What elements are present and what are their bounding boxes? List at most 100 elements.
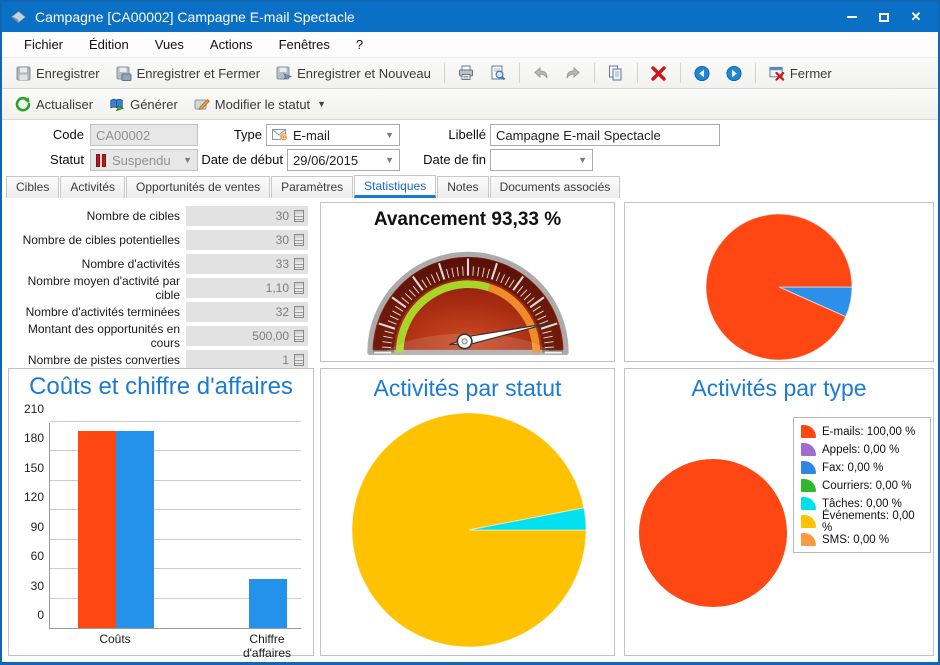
menu-item-vues[interactable]: Vues	[143, 33, 196, 56]
tab-parametres[interactable]: Paramètres	[271, 176, 353, 198]
legend-swatch	[801, 443, 816, 456]
delete-button[interactable]	[644, 62, 674, 84]
bar-group-couts	[76, 423, 156, 628]
menu-item-actions[interactable]: Actions	[198, 33, 265, 56]
minimize-button[interactable]	[838, 6, 866, 28]
bar-group-chiffre-d-affaires	[228, 423, 308, 628]
date-debut-label: Date de début	[188, 149, 283, 171]
y-tick-label: 90	[16, 520, 50, 534]
y-tick-label: 210	[16, 402, 50, 416]
close-icon: ✕	[911, 9, 922, 25]
toolbar-separator	[444, 63, 445, 83]
type-dropdown[interactable]: @ E-mail ▼	[266, 124, 400, 146]
gauge-panel: Avancement 93,33 %	[320, 202, 615, 362]
legend-swatch	[801, 515, 816, 528]
stat-field: 33	[186, 254, 308, 274]
save-label: Enregistrer	[36, 66, 100, 81]
stat-label: Nombre de cibles potentielles	[8, 233, 186, 247]
statut-pie-panel: Activités par statut	[320, 368, 615, 656]
stat-label: Nombre de cibles	[8, 209, 186, 223]
chevron-down-icon: ▼	[578, 155, 587, 165]
calculator-icon	[294, 210, 304, 222]
y-tick-label: 180	[16, 431, 50, 445]
pie-chart-progress	[625, 203, 933, 361]
app-window: Campagne [CA00002] Campagne E-mail Spect…	[0, 0, 940, 665]
tab-opportunites-de-ventes[interactable]: Opportunités de ventes	[126, 176, 270, 198]
pie-slice-1	[706, 214, 852, 360]
undo-button[interactable]	[526, 62, 556, 84]
print-icon	[458, 65, 474, 81]
legend-label: Appels: 0,00 %	[822, 444, 899, 456]
close-button[interactable]: ✕	[902, 6, 930, 28]
undo-icon	[533, 65, 549, 81]
bar-couts-blue	[116, 431, 154, 628]
stat-field: 30	[186, 206, 308, 226]
tab-notes[interactable]: Notes	[437, 176, 488, 198]
stat-field: 1,10	[186, 278, 308, 298]
save-new-icon	[276, 65, 292, 81]
copy-button[interactable]	[601, 62, 631, 84]
tab-statistiques[interactable]: Statistiques	[354, 175, 436, 198]
change-status-icon	[194, 96, 210, 112]
calculator-icon	[294, 282, 304, 294]
date-fin-label: Date de fin	[406, 149, 486, 171]
statut-label: Statut	[2, 149, 84, 171]
print-preview-icon	[490, 65, 506, 81]
y-tick-label: 150	[16, 461, 50, 475]
refresh-button[interactable]: Actualiser	[8, 93, 100, 115]
previous-record-button[interactable]	[687, 62, 717, 84]
stat-row-montant-des-opportunites-en-cours: Montant des opportunités en cours500,00	[8, 324, 314, 348]
minimize-icon	[847, 16, 857, 18]
bar-chart-panel: Coûts et chiffre d'affaires 030609012015…	[8, 368, 314, 656]
legend-label: Tâches: 0,00 %	[822, 498, 902, 510]
save-new-button[interactable]: Enregistrer et Nouveau	[269, 62, 438, 84]
close-form-label: Fermer	[790, 66, 832, 81]
legend-label: SMS: 0,00 %	[822, 534, 889, 546]
y-tick-label: 30	[16, 579, 50, 593]
legend-label: Événements: 0,00 %	[822, 510, 924, 534]
menu-item-fichier[interactable]: Fichier	[12, 33, 75, 56]
maximize-button[interactable]	[870, 6, 898, 28]
pie-chart-statut	[321, 402, 614, 652]
generate-button[interactable]: Générer	[102, 93, 185, 115]
menu-bar: FichierÉditionVuesActionsFenêtres?	[2, 32, 938, 58]
save-button[interactable]: Enregistrer	[8, 62, 107, 84]
print-preview-button[interactable]	[483, 62, 513, 84]
legend-item-fax: Fax: 0,00 %	[801, 460, 924, 475]
generate-icon	[109, 96, 125, 112]
close-form-button[interactable]: Fermer	[762, 62, 839, 84]
stat-label: Montant des opportunités en cours	[8, 322, 186, 350]
toolbar-separator	[680, 63, 681, 83]
menu-item-item[interactable]: ?	[344, 33, 375, 56]
toolbar-separator	[519, 63, 520, 83]
menu-item-fenetres[interactable]: Fenêtres	[267, 33, 342, 56]
libelle-input[interactable]: Campagne E-mail Spectacle	[490, 124, 720, 146]
stat-value: 32	[276, 305, 289, 319]
tab-documents-associes[interactable]: Documents associés	[490, 176, 621, 198]
y-tick-label: 60	[16, 549, 50, 563]
date-debut-dropdown[interactable]: 29/06/2015 ▼	[287, 149, 400, 171]
tab-activites[interactable]: Activités	[60, 176, 125, 198]
stat-field: 500,00	[186, 326, 308, 346]
toolbar-separator	[755, 63, 756, 83]
title-bar: Campagne [CA00002] Campagne E-mail Spect…	[2, 2, 938, 32]
legend-swatch	[801, 425, 816, 438]
pie-slice-0	[639, 459, 787, 607]
stat-row-nombre-moyen-d-activite-par-cible: Nombre moyen d'activité par cible1,10	[8, 276, 314, 300]
bar-x-labels: CoûtsChiffre d'affaires	[49, 632, 301, 648]
redo-button[interactable]	[558, 62, 588, 84]
print-button[interactable]	[451, 62, 481, 84]
stat-row-nombre-d-activites-terminees: Nombre d'activités terminées32	[8, 300, 314, 324]
window-title: Campagne [CA00002] Campagne E-mail Spect…	[35, 9, 838, 25]
tab-cibles[interactable]: Cibles	[6, 176, 59, 198]
change-status-button[interactable]: Modifier le statut ▼	[187, 93, 333, 115]
gauge-title: Avancement 93,33 %	[321, 209, 614, 231]
menu-item-edition[interactable]: Édition	[77, 33, 141, 56]
bar-chart-title: Coûts et chiffre d'affaires	[9, 373, 313, 401]
calculator-icon	[294, 306, 304, 318]
date-fin-dropdown[interactable]: ▼	[490, 149, 593, 171]
y-tick-label: 0	[16, 608, 50, 622]
save-close-button[interactable]: Enregistrer et Fermer	[109, 62, 268, 84]
next-record-button[interactable]	[719, 62, 749, 84]
legend-label: Courriers: 0,00 %	[822, 480, 911, 492]
